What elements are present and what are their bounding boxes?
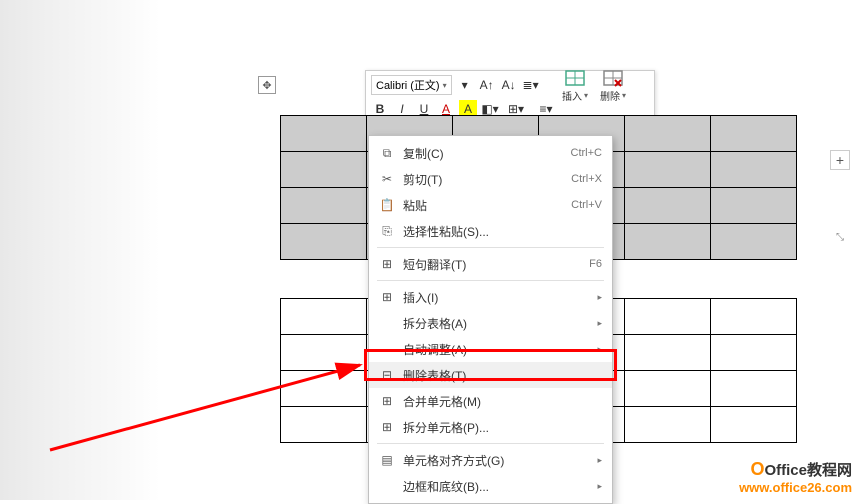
menu-cell-align[interactable]: ▤ 单元格对齐方式(G) ▸ xyxy=(369,447,612,473)
delete-label: 删除 xyxy=(600,88,620,103)
translate-icon: ⊞ xyxy=(377,257,397,271)
menu-merge-cells[interactable]: ⊞ 合并单元格(M) xyxy=(369,388,612,414)
line-spacing-icon[interactable]: ≣▾ xyxy=(522,76,540,94)
chevron-right-icon: ▸ xyxy=(597,292,602,303)
menu-label: 拆分表格(A) xyxy=(397,315,597,332)
brand-text: Office xyxy=(764,462,807,479)
delete-table-icon: ⊟ xyxy=(377,368,397,382)
watermark: OOffice教程网 www.office26.com xyxy=(739,459,852,496)
menu-shortcut: Ctrl+C xyxy=(571,147,602,159)
insert-label: 插入 xyxy=(562,88,582,103)
table-move-handle[interactable]: ✥ xyxy=(258,76,276,94)
menu-label: 删除表格(T) xyxy=(397,367,602,384)
menu-label: 粘贴 xyxy=(397,197,571,214)
brand-cn: 教程网 xyxy=(807,462,852,479)
chevron-down-icon: ▾ xyxy=(584,91,588,100)
chevron-down-icon: ▾ xyxy=(443,81,447,90)
table-delete-icon xyxy=(603,70,623,88)
cut-icon: ✂ xyxy=(377,172,397,186)
logo-icon: O xyxy=(750,459,764,479)
font-name-dropdown[interactable]: Calibri (正文) ▾ xyxy=(371,75,452,95)
menu-label: 复制(C) xyxy=(397,145,571,162)
menu-label: 短句翻译(T) xyxy=(397,256,589,273)
menu-translate[interactable]: ⊞ 短句翻译(T) F6 xyxy=(369,251,612,277)
menu-label: 剪切(T) xyxy=(397,171,571,188)
font-name-label: Calibri (正文) xyxy=(376,77,440,93)
chevron-right-icon: ▸ xyxy=(597,481,602,492)
insert-table-button[interactable]: 插入▾ xyxy=(560,70,590,103)
grow-font-icon[interactable]: A↑ xyxy=(478,76,496,94)
add-column-button[interactable]: + xyxy=(830,150,850,170)
menu-separator xyxy=(377,443,604,444)
paste-icon: 📋 xyxy=(377,198,397,212)
delete-table-button[interactable]: 删除▾ xyxy=(598,70,628,103)
menu-copy[interactable]: ⧉ 复制(C) Ctrl+C xyxy=(369,140,612,166)
menu-label: 合并单元格(M) xyxy=(397,393,602,410)
menu-paste-special[interactable]: ⎘ 选择性粘贴(S)... xyxy=(369,218,612,244)
menu-paste[interactable]: 📋 粘贴 Ctrl+V xyxy=(369,192,612,218)
menu-label: 边框和底纹(B)... xyxy=(397,478,597,495)
menu-delete-table[interactable]: ⊟ 删除表格(T) xyxy=(369,362,612,388)
chevron-down-icon: ▾ xyxy=(622,91,626,100)
menu-label: 自动调整(A) xyxy=(397,341,597,358)
copy-icon: ⧉ xyxy=(377,146,397,161)
context-menu: ⧉ 复制(C) Ctrl+C ✂ 剪切(T) Ctrl+X 📋 粘贴 Ctrl+… xyxy=(368,135,613,504)
menu-label: 单元格对齐方式(G) xyxy=(397,452,597,469)
page-shadow xyxy=(0,0,160,500)
menu-separator xyxy=(377,280,604,281)
menu-shortcut: Ctrl+V xyxy=(571,199,602,211)
menu-split-cells[interactable]: ⊞ 拆分单元格(P)... xyxy=(369,414,612,440)
menu-label: 插入(I) xyxy=(397,289,597,306)
resize-handle-icon[interactable]: ⤡ xyxy=(836,232,850,246)
menu-label: 选择性粘贴(S)... xyxy=(397,223,602,240)
align-icon: ▤ xyxy=(377,453,397,467)
chevron-right-icon: ▸ xyxy=(597,318,602,329)
menu-split-table[interactable]: 拆分表格(A) ▸ xyxy=(369,310,612,336)
table-insert-icon xyxy=(565,70,585,88)
menu-insert[interactable]: ⊞ 插入(I) ▸ xyxy=(369,284,612,310)
menu-shortcut: Ctrl+X xyxy=(571,173,602,185)
menu-separator xyxy=(377,247,604,248)
insert-icon: ⊞ xyxy=(377,290,397,304)
chevron-right-icon: ▸ xyxy=(597,344,602,355)
font-size-dropdown[interactable]: ▾ xyxy=(456,76,474,94)
menu-autofit[interactable]: 自动调整(A) ▸ xyxy=(369,336,612,362)
shrink-font-icon[interactable]: A↓ xyxy=(500,76,518,94)
paste-special-icon: ⎘ xyxy=(377,224,397,239)
menu-cut[interactable]: ✂ 剪切(T) Ctrl+X xyxy=(369,166,612,192)
merge-icon: ⊞ xyxy=(377,394,397,408)
menu-shortcut: F6 xyxy=(589,258,602,270)
chevron-right-icon: ▸ xyxy=(597,455,602,466)
menu-label: 拆分单元格(P)... xyxy=(397,419,602,436)
watermark-url: www.office26.com xyxy=(739,480,852,496)
menu-borders-shading[interactable]: 边框和底纹(B)... ▸ xyxy=(369,473,612,499)
split-icon: ⊞ xyxy=(377,420,397,434)
